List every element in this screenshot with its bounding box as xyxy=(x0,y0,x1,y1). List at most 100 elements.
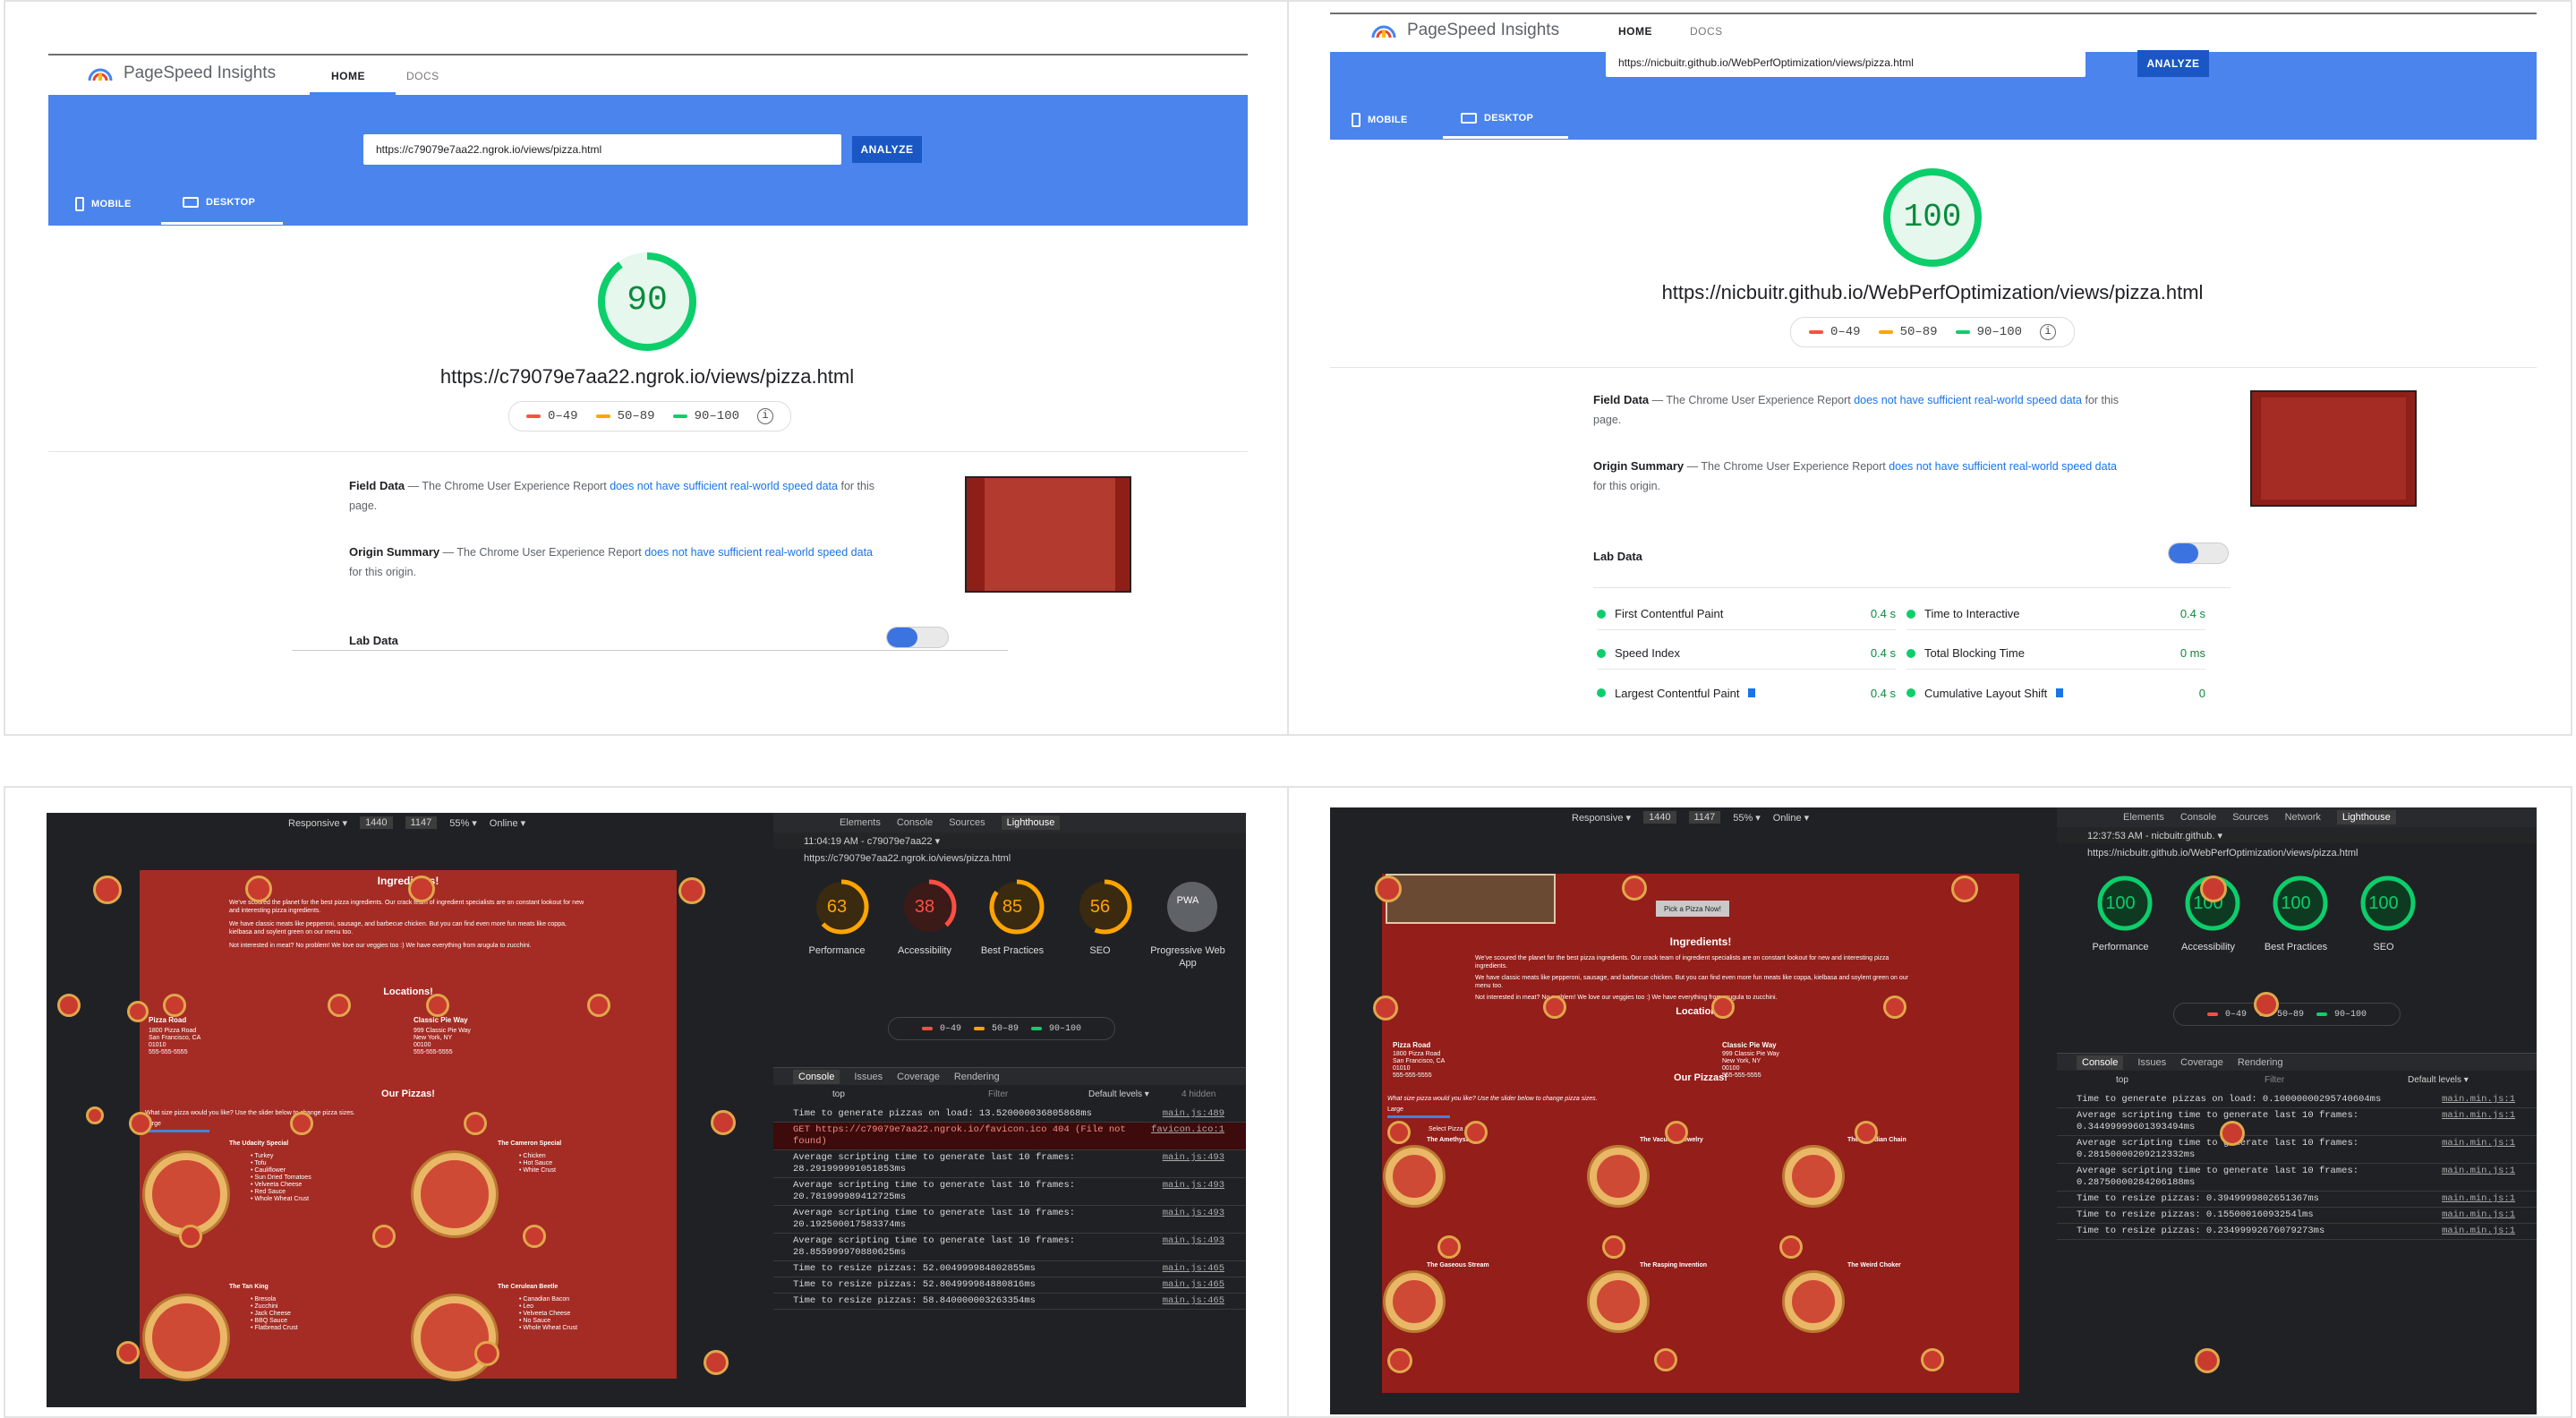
zoom-select[interactable]: 55% ▾ xyxy=(1733,812,1761,824)
nav-home[interactable]: HOME xyxy=(331,70,365,82)
device-select[interactable]: Responsive ▾ xyxy=(288,817,347,829)
console-source-link[interactable]: main.min.js:1 xyxy=(2442,1110,2515,1122)
lighthouse-gauge[interactable]: 100 SEO xyxy=(2343,872,2424,953)
lab-view-toggle[interactable] xyxy=(2168,542,2229,564)
origin-summary-link[interactable]: does not have sufficient real-world spee… xyxy=(644,546,873,559)
legend-bad: 0–49 xyxy=(1830,325,1861,339)
console-source-link[interactable]: main.min.js:1 xyxy=(2442,1209,2515,1221)
floating-pizza xyxy=(1711,995,1735,1019)
device-select[interactable]: Responsive ▾ xyxy=(1572,812,1631,824)
size-slider[interactable] xyxy=(1387,1115,1450,1118)
tab-sources[interactable]: Sources xyxy=(949,817,985,828)
report-selector[interactable]: 11:04:19 AM - c79079e7aa22 ▾ xyxy=(773,833,1246,849)
drawer-tab-coverage[interactable]: Coverage xyxy=(2180,1057,2223,1068)
console-source-link[interactable]: main.js:493 xyxy=(1163,1235,1224,1247)
analyze-button[interactable]: ANALYZE xyxy=(852,136,922,163)
lighthouse-gauge[interactable]: 56 SEO xyxy=(1060,876,1140,957)
lighthouse-gauge[interactable]: 100 Performance xyxy=(2080,872,2161,953)
lighthouse-gauge[interactable]: 38 Accessibility xyxy=(884,876,965,957)
tab-elements[interactable]: Elements xyxy=(840,817,881,828)
drawer-tab-coverage[interactable]: Coverage xyxy=(897,1072,940,1082)
tab-lighthouse[interactable]: Lighthouse xyxy=(1001,816,1061,830)
field-data-heading: Field Data xyxy=(349,479,405,492)
metric-value: 0.4 s xyxy=(1870,607,1896,620)
levels-select[interactable]: Default levels ▾ xyxy=(2408,1075,2469,1085)
nav-home[interactable]: HOME xyxy=(1618,25,1652,38)
height-input[interactable]: 1147 xyxy=(1688,811,1721,824)
width-input[interactable]: 1440 xyxy=(1643,811,1676,824)
console-source-link[interactable]: main.min.js:1 xyxy=(2442,1226,2515,1237)
origin-summary-link[interactable]: does not have sufficient real-world spee… xyxy=(1889,460,2117,473)
tab-network[interactable]: Network xyxy=(2285,812,2321,823)
drawer-tab-console[interactable]: Console xyxy=(2077,1055,2124,1070)
drawer-tab-rendering[interactable]: Rendering xyxy=(2238,1057,2283,1068)
tab-lighthouse[interactable]: Lighthouse xyxy=(2336,810,2396,824)
lighthouse-gauge[interactable]: 85 Best Practices xyxy=(972,876,1053,957)
tab-console[interactable]: Console xyxy=(897,817,933,828)
nav-docs[interactable]: DOCS xyxy=(1690,25,1723,38)
psi-report-left: PageSpeed Insights HOME DOCS https://c79… xyxy=(4,0,1289,736)
nav-docs[interactable]: DOCS xyxy=(406,70,439,82)
field-data-link[interactable]: does not have sufficient real-world spee… xyxy=(1854,394,2082,406)
console-source-link[interactable]: main.js:493 xyxy=(1163,1152,1224,1164)
console-source-link[interactable]: main.min.js:1 xyxy=(2442,1166,2515,1177)
drawer-tab-issues[interactable]: Issues xyxy=(854,1072,883,1082)
tab-elements[interactable]: Elements xyxy=(2123,812,2164,823)
report-selector[interactable]: 12:37:53 AM - nicbuitr.github. ▾ xyxy=(2057,827,2537,843)
drawer-tab-console[interactable]: Console xyxy=(793,1069,840,1084)
tab-desktop[interactable]: DESKTOP xyxy=(183,197,255,208)
console-filter[interactable]: Filter xyxy=(988,1089,1008,1099)
zoom-select[interactable]: 55% ▾ xyxy=(449,817,477,829)
floating-pizza xyxy=(1622,876,1647,901)
gauge-label: Performance xyxy=(808,945,866,956)
console-source-link[interactable]: main.min.js:1 xyxy=(2442,1094,2515,1106)
metric-value: 0.4 s xyxy=(1870,646,1896,660)
floating-pizza xyxy=(179,1225,202,1248)
lab-view-toggle[interactable] xyxy=(886,627,949,648)
info-icon[interactable]: i xyxy=(2040,324,2057,340)
context-select[interactable]: top xyxy=(2116,1075,2128,1085)
console-source-link[interactable]: main.js:493 xyxy=(1163,1180,1224,1192)
origin-summary-prefix: — The Chrome User Experience Report xyxy=(1686,460,1886,473)
ingredients-p2: We have classic meats like pepperoni, sa… xyxy=(229,921,567,935)
network-select[interactable]: Online ▾ xyxy=(490,817,525,829)
console-message-text: Time to resize pizzas: 0.394999980265136… xyxy=(2077,1193,2319,1204)
console-filter[interactable]: Filter xyxy=(2265,1075,2284,1085)
tab-mobile[interactable]: MOBILE xyxy=(75,197,132,211)
size-label: Large xyxy=(1387,1106,1403,1113)
lighthouse-gauge[interactable]: 63 Performance xyxy=(797,876,877,957)
info-icon[interactable]: i xyxy=(757,408,774,424)
console-source-link[interactable]: main.js:465 xyxy=(1163,1295,1224,1307)
floating-pizza xyxy=(2220,1121,2245,1146)
pizza-image xyxy=(1785,1273,1842,1330)
width-input[interactable]: 1440 xyxy=(360,816,393,829)
tab-sources[interactable]: Sources xyxy=(2232,812,2268,823)
field-data-link[interactable]: does not have sufficient real-world spee… xyxy=(610,480,838,492)
floating-pizza xyxy=(57,994,81,1017)
tab-desktop[interactable]: DESKTOP xyxy=(1461,113,1533,124)
tab-console[interactable]: Console xyxy=(2180,812,2216,823)
network-select[interactable]: Online ▾ xyxy=(1773,812,1809,824)
drawer-tab-rendering[interactable]: Rendering xyxy=(954,1072,1000,1082)
console-source-link[interactable]: main.min.js:1 xyxy=(2442,1138,2515,1149)
lighthouse-gauge[interactable]: PWA Progressive Web App xyxy=(1147,876,1228,970)
height-input[interactable]: 1147 xyxy=(405,816,438,829)
tab-mobile[interactable]: MOBILE xyxy=(1352,113,1408,127)
console-source-link[interactable]: favicon.ico:1 xyxy=(1151,1124,1224,1136)
console-source-link[interactable]: main.min.js:1 xyxy=(2442,1193,2515,1205)
analyze-button[interactable]: ANALYZE xyxy=(2137,50,2209,77)
console-source-link[interactable]: main.js:465 xyxy=(1163,1279,1224,1291)
levels-select[interactable]: Default levels ▾ xyxy=(1088,1089,1149,1099)
context-select[interactable]: top xyxy=(832,1089,845,1099)
url-input[interactable]: https://c79079e7aa22.ngrok.io/views/pizz… xyxy=(363,134,841,165)
console-source-link[interactable]: main.js:465 xyxy=(1163,1263,1224,1275)
console-source-link[interactable]: main.js:489 xyxy=(1163,1108,1224,1120)
lighthouse-gauge[interactable]: 100 Best Practices xyxy=(2256,872,2336,953)
url-input[interactable]: https://nicbuitr.github.io/WebPerfOptimi… xyxy=(1606,48,2086,77)
divider xyxy=(1330,367,2537,368)
console-source-link[interactable]: main.js:493 xyxy=(1163,1208,1224,1219)
pick-pizza-button[interactable]: Pick a Pizza Now! xyxy=(1656,901,1729,917)
drawer-tab-issues[interactable]: Issues xyxy=(2137,1057,2166,1068)
floating-pizza xyxy=(1602,1235,1625,1259)
size-slider[interactable] xyxy=(145,1130,209,1132)
